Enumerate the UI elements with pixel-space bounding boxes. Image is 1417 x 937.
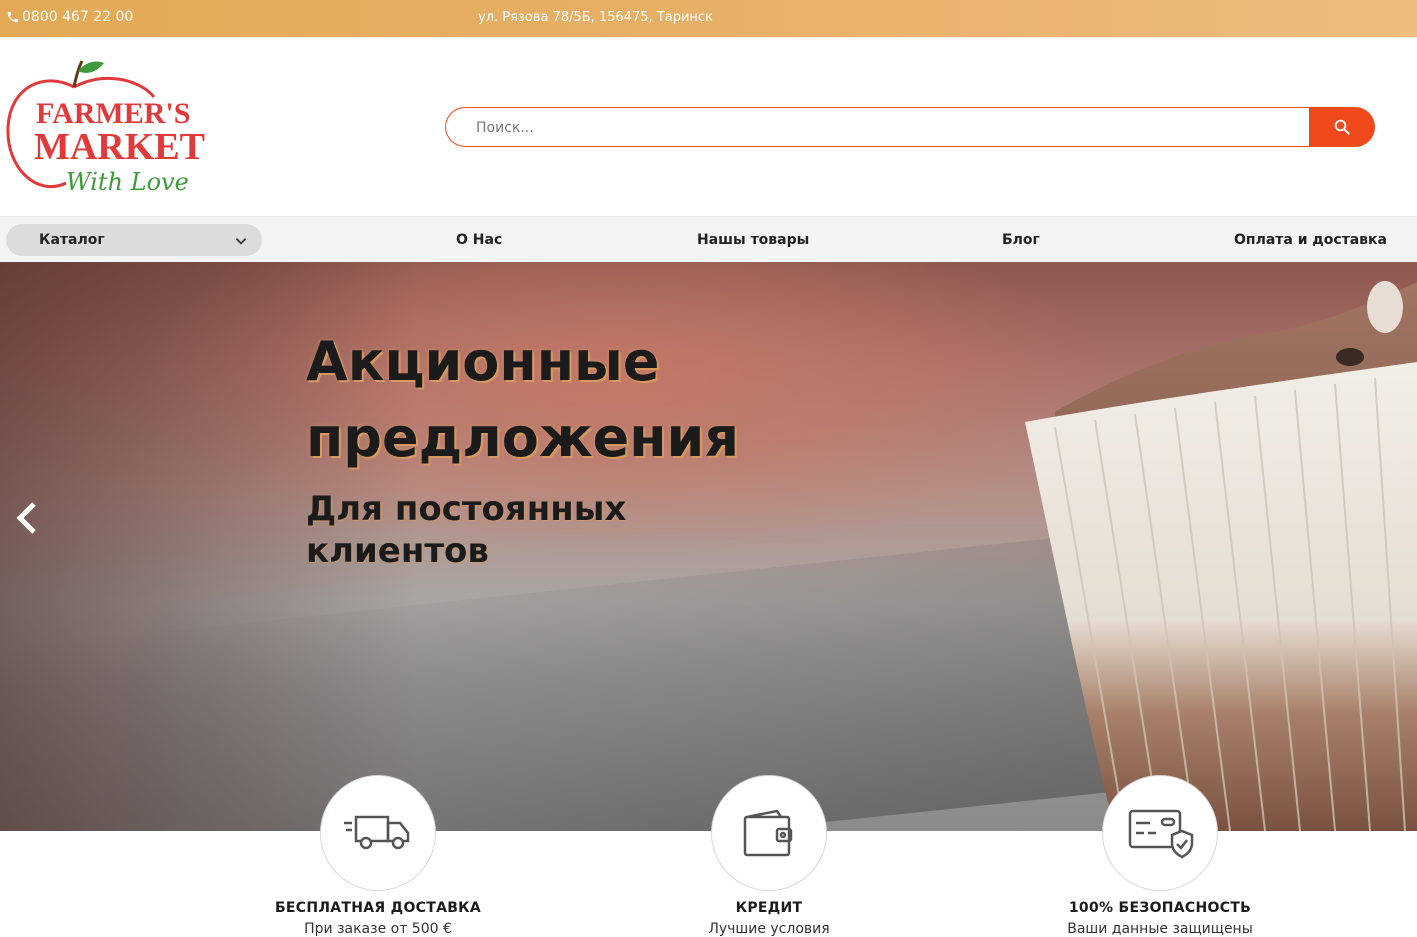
search-input[interactable] bbox=[476, 117, 1296, 139]
catalog-label: Каталог bbox=[39, 232, 105, 248]
main-nav: Каталог О Нас Нашы товары Блог Оплата и … bbox=[0, 217, 1417, 262]
chevron-down-icon bbox=[235, 238, 247, 245]
farmers-market-logo[interactable]: FARMER'S MARKET With Love bbox=[4, 57, 214, 197]
search-button[interactable] bbox=[1309, 107, 1375, 147]
wallet-icon bbox=[743, 809, 793, 857]
feature-subtitle: Ваши данные защищены bbox=[1067, 921, 1253, 937]
hero-slider: Акционные предложения Для постоянных кли… bbox=[0, 262, 1417, 831]
feature-icon-circle bbox=[1102, 775, 1218, 891]
truck-icon bbox=[344, 815, 410, 850]
nav-link-payment-delivery[interactable]: Оплата и доставка bbox=[1234, 232, 1387, 248]
search-bar bbox=[445, 107, 1375, 147]
logo-text-market: MARKET bbox=[34, 126, 205, 168]
feature-title: КРЕДИТ bbox=[735, 900, 803, 916]
header: FARMER'S MARKET With Love bbox=[0, 37, 1417, 217]
feature-free-delivery: БЕСПЛАТНАЯ ДОСТАВКА При заказе от 500 € bbox=[248, 775, 508, 937]
feature-icon-circle bbox=[711, 775, 827, 891]
store-address: ул. Рязова 78/5Б, 156475, Таринск bbox=[478, 10, 713, 25]
feature-security: 100% БЕЗОПАСНОСТЬ Ваши данные защищены bbox=[1030, 775, 1290, 937]
feature-title: 100% БЕЗОПАСНОСТЬ bbox=[1068, 900, 1252, 916]
phone-number[interactable]: 0800 467 22 00 bbox=[22, 9, 133, 25]
catalog-dropdown[interactable]: Каталог bbox=[6, 224, 262, 256]
hero-title: Акционные предложения bbox=[306, 330, 740, 469]
top-bar: 0800 467 22 00 ул. Рязова 78/5Б, 156475,… bbox=[0, 0, 1417, 37]
feature-title: БЕСПЛАТНАЯ ДОСТАВКА bbox=[274, 900, 482, 916]
hero-subtitle: Для постоянных клиентов bbox=[306, 489, 627, 571]
search-field[interactable] bbox=[445, 107, 1311, 147]
phone-contact[interactable]: 0800 467 22 00 bbox=[6, 9, 133, 25]
feature-subtitle: Лучшие условия bbox=[708, 921, 830, 937]
nav-link-about[interactable]: О Нас bbox=[456, 232, 502, 248]
nav-link-blog[interactable]: Блог bbox=[1002, 232, 1040, 248]
feature-credit: КРЕДИТ Лучшие условия bbox=[639, 775, 899, 937]
search-icon bbox=[1334, 119, 1350, 135]
secure-card-icon bbox=[1128, 809, 1194, 859]
nav-link-products[interactable]: Нашы товары bbox=[697, 232, 809, 248]
cupcake-image bbox=[1025, 281, 1417, 831]
feature-icon-circle bbox=[320, 775, 436, 891]
logo-text-with-love: With Love bbox=[66, 168, 189, 196]
slider-prev-arrow-icon[interactable] bbox=[14, 500, 40, 536]
phone-icon bbox=[7, 11, 19, 23]
feature-subtitle: При заказе от 500 € bbox=[304, 921, 452, 937]
